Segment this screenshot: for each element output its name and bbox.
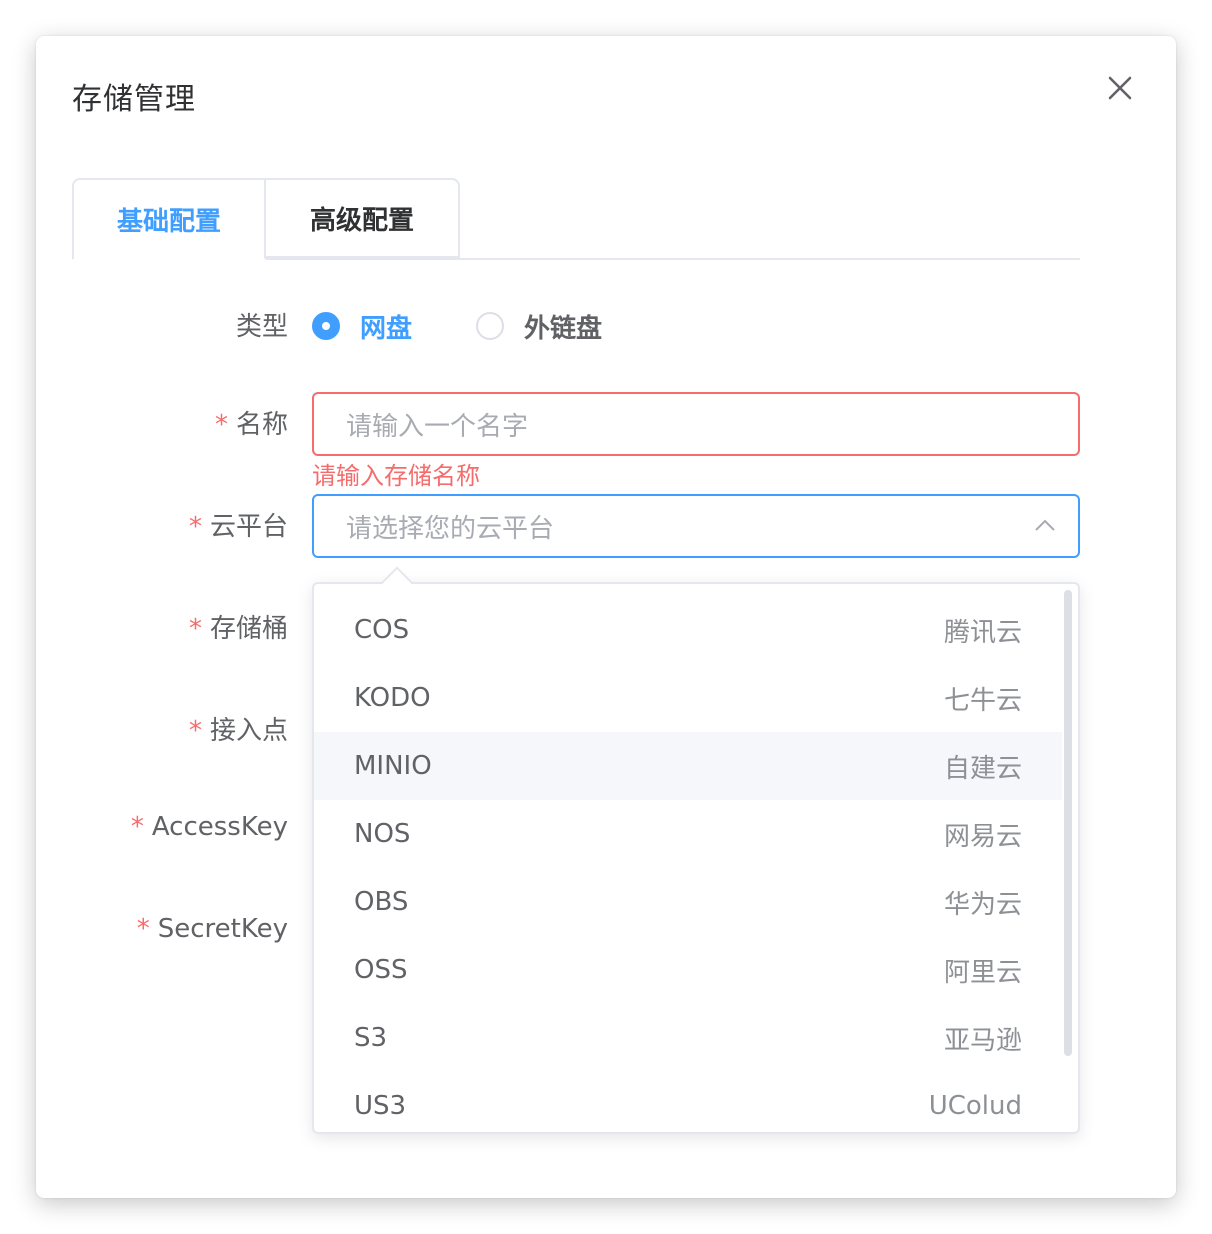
- radio-external-disk-circle[interactable]: [476, 312, 504, 340]
- option-us3[interactable]: US3 UColud: [314, 1072, 1062, 1132]
- required-mark: *: [188, 512, 202, 542]
- name-label: * 名称: [214, 410, 288, 440]
- required-mark: *: [188, 716, 202, 746]
- option-nos[interactable]: NOS 网易云: [314, 800, 1062, 868]
- storage-dialog: 存储管理 基础配置 高级配置 类型 网盘 外链盘 * 名称 请输入一个名字 请输入…: [36, 36, 1176, 1198]
- close-icon: [1108, 76, 1132, 100]
- option-cos[interactable]: COS 腾讯云: [314, 596, 1062, 664]
- dialog-title: 存储管理: [72, 82, 196, 117]
- config-tabs: 基础配置 高级配置: [72, 178, 1080, 260]
- option-s3[interactable]: S3 亚马逊: [314, 1004, 1062, 1072]
- radio-netdisk[interactable]: 网盘: [312, 308, 412, 344]
- required-mark: *: [214, 410, 228, 440]
- dropdown-scrollbar[interactable]: [1064, 590, 1072, 1056]
- option-oss[interactable]: OSS 阿里云: [314, 936, 1062, 1004]
- option-obs[interactable]: OBS 华为云: [314, 868, 1062, 936]
- radio-netdisk-circle[interactable]: [312, 312, 340, 340]
- required-mark: *: [130, 812, 144, 842]
- bucket-label: * 存储桶: [188, 614, 288, 644]
- name-input-placeholder: 请输入一个名字: [346, 411, 529, 442]
- chevron-up-icon: [1035, 519, 1055, 531]
- radio-netdisk-label: 网盘: [360, 313, 413, 344]
- option-kodo[interactable]: KODO 七牛云: [314, 664, 1062, 732]
- platform-select-placeholder: 请选择您的云平台: [346, 513, 555, 544]
- close-button[interactable]: [1096, 72, 1144, 108]
- radio-external-disk[interactable]: 外链盘: [476, 308, 602, 344]
- accesskey-label: * AccessKey: [130, 812, 288, 842]
- secretkey-label: * SecretKey: [136, 914, 288, 944]
- type-label: 类型: [235, 312, 288, 342]
- tab-advanced-config[interactable]: 高级配置: [266, 178, 460, 258]
- name-error-message: 请输入存储名称: [312, 462, 480, 490]
- option-minio[interactable]: MINIO 自建云: [314, 732, 1062, 800]
- name-input[interactable]: 请输入一个名字: [312, 392, 1080, 456]
- endpoint-label: * 接入点: [188, 716, 288, 746]
- required-mark: *: [136, 914, 150, 944]
- required-mark: *: [188, 614, 202, 644]
- tab-basic-config[interactable]: 基础配置: [72, 178, 266, 260]
- platform-select[interactable]: 请选择您的云平台: [312, 494, 1080, 558]
- platform-label: * 云平台: [188, 512, 288, 542]
- radio-external-disk-label: 外链盘: [524, 313, 603, 344]
- platform-dropdown: COS 腾讯云 KODO 七牛云 MINIO 自建云 NOS 网易云 OBS 华…: [312, 582, 1080, 1134]
